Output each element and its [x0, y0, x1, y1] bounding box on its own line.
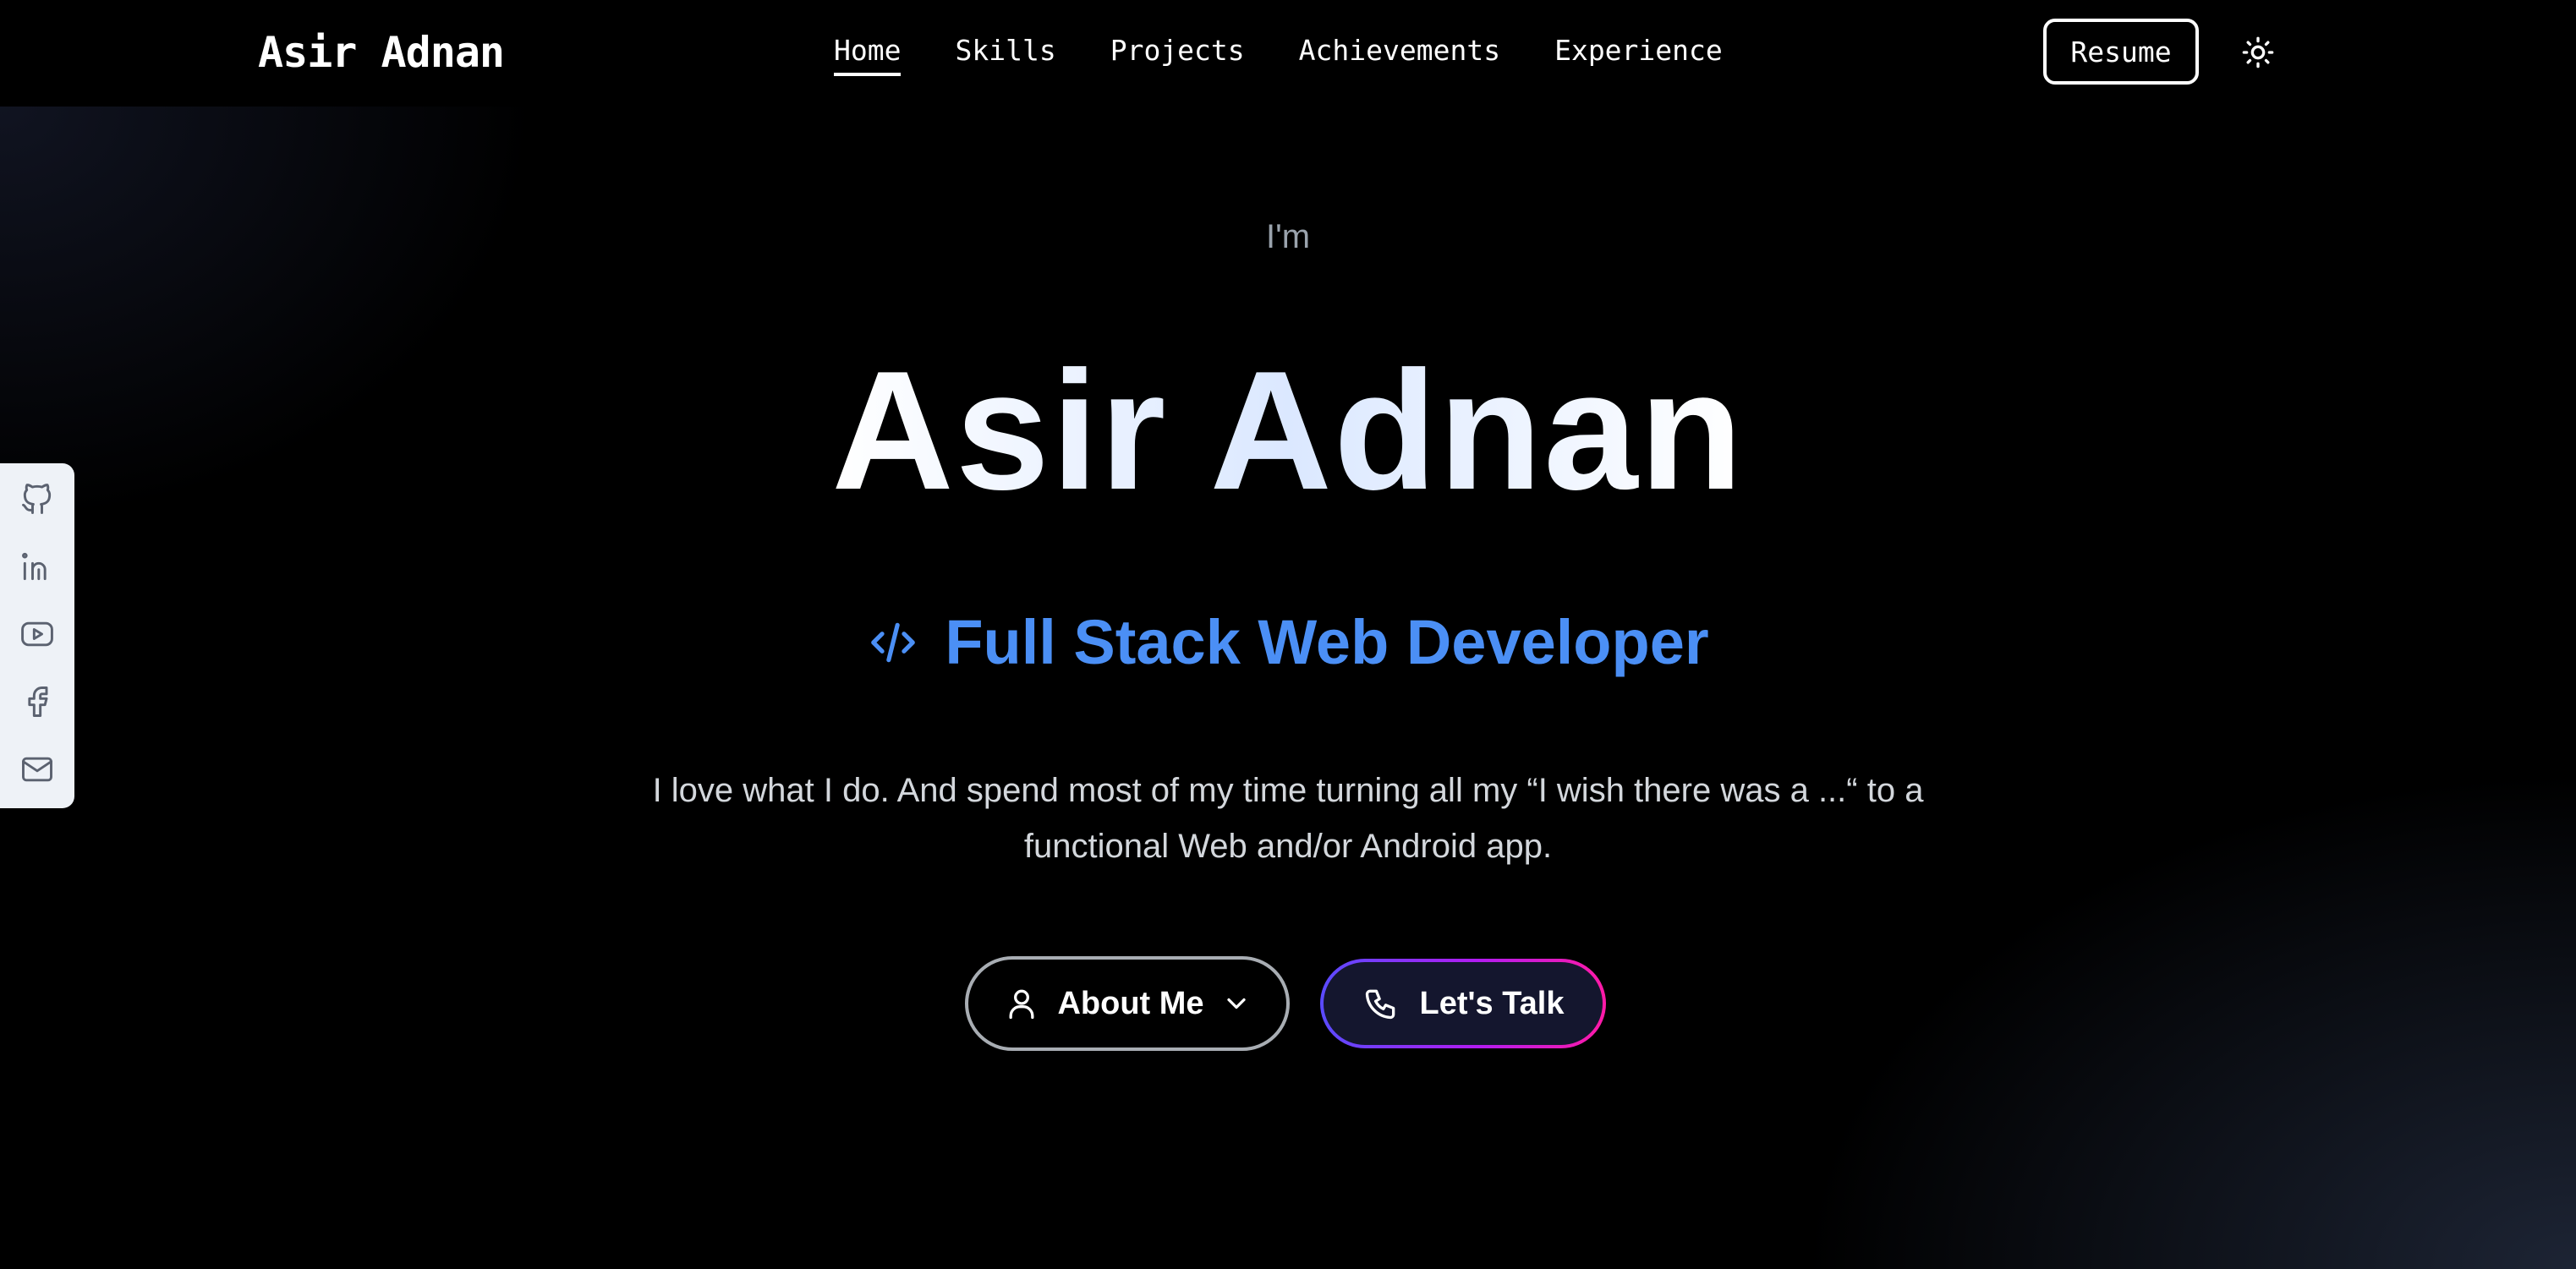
nav-skills[interactable]: Skills [955, 32, 1055, 76]
nav-home[interactable]: Home [834, 32, 902, 76]
about-me-button[interactable]: About Me [965, 956, 1290, 1051]
hero-greeting: I'm [1265, 218, 1311, 255]
lets-talk-inner: Let's Talk [1324, 962, 1603, 1045]
hero-role: Full Stack Web Developer [0, 604, 2576, 681]
facebook-icon[interactable] [19, 683, 56, 720]
sun-icon[interactable] [2241, 36, 2275, 69]
nav-achievements[interactable]: Achievements [1299, 32, 1500, 76]
hero-role-text: Full Stack Web Developer [945, 607, 1709, 677]
youtube-icon[interactable] [19, 615, 56, 653]
hero-name: Asir Adnan [0, 338, 2576, 524]
nav-experience[interactable]: Experience [1554, 32, 1723, 76]
main-nav: Home Skills Projects Achievements Experi… [834, 32, 1723, 76]
brand-logo[interactable]: Asir Adnan [258, 25, 505, 79]
about-me-label: About Me [1057, 985, 1204, 1021]
github-icon[interactable] [19, 480, 56, 517]
code-icon [871, 622, 916, 663]
user-icon [1009, 989, 1034, 1020]
lets-talk-label: Let's Talk [1419, 985, 1565, 1021]
hero-bio: I love what I do. And spend most of my t… [652, 772, 1924, 865]
linkedin-icon[interactable] [19, 548, 56, 585]
mail-icon[interactable] [19, 751, 56, 788]
phone-icon [1365, 989, 1395, 1020]
chevron-down-icon [1226, 998, 1246, 1009]
hero-background [0, 107, 2576, 1269]
resume-button[interactable]: Resume [2043, 19, 2199, 85]
social-sidebar [0, 463, 74, 808]
hero-name-text: Asir Adnan [831, 336, 1745, 525]
lets-talk-button[interactable]: Let's Talk [1320, 959, 1606, 1048]
top-navbar: Asir Adnan Home Skills Projects Achievem… [0, 0, 2576, 107]
nav-projects[interactable]: Projects [1110, 32, 1245, 76]
